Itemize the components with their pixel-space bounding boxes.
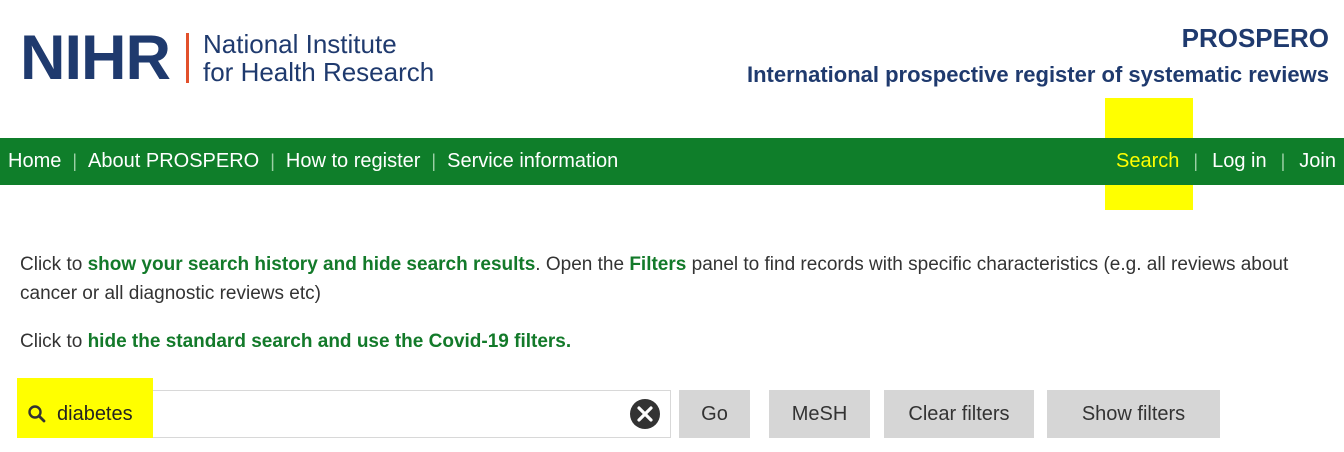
- search-history-info: Click to show your search history and hi…: [20, 250, 1310, 308]
- nav-home[interactable]: Home: [8, 150, 61, 173]
- nav-search[interactable]: Search: [1116, 150, 1179, 173]
- show-filters-button[interactable]: Show filters: [1047, 390, 1220, 438]
- go-button[interactable]: Go: [679, 390, 750, 438]
- p1-mid: . Open the: [535, 254, 630, 275]
- site-brand: PROSPERO International prospective regis…: [747, 22, 1329, 91]
- search-input[interactable]: [57, 397, 617, 431]
- nav-service-information[interactable]: Service information: [447, 150, 618, 173]
- nav-left: Home | About PROSPERO | How to register …: [8, 138, 618, 185]
- covid-filters-link[interactable]: hide the standard search and use the Cov…: [88, 331, 572, 352]
- nav-log-in[interactable]: Log in: [1212, 150, 1267, 173]
- p1-prefix: Click to: [20, 254, 88, 275]
- nav-separator: |: [72, 151, 78, 171]
- p2-prefix: Click to: [20, 331, 88, 352]
- logo-divider: [186, 33, 189, 83]
- site-title: PROSPERO: [1181, 23, 1329, 53]
- show-search-history-link[interactable]: show your search history and hide search…: [88, 254, 536, 275]
- nav-about-prospero[interactable]: About PROSPERO: [88, 150, 259, 173]
- logo-text: National Institute for Health Research: [203, 30, 434, 86]
- site-subtitle: International prospective register of sy…: [746, 62, 1329, 87]
- clear-search-icon[interactable]: [629, 398, 661, 430]
- covid-filters-info: Click to hide the standard search and us…: [20, 327, 1310, 356]
- nav-join[interactable]: Join: [1299, 150, 1336, 173]
- mesh-button[interactable]: MeSH: [769, 390, 870, 438]
- nav-separator: |: [1193, 151, 1199, 171]
- logo-line-2: for Health Research: [203, 57, 435, 87]
- nav-how-to-register[interactable]: How to register: [286, 150, 421, 173]
- main-nav: Home | About PROSPERO | How to register …: [0, 138, 1344, 185]
- logo-line-1: National Institute: [203, 29, 397, 59]
- filters-link[interactable]: Filters: [629, 254, 686, 275]
- clear-filters-button[interactable]: Clear filters: [884, 390, 1034, 438]
- nav-right: Search | Log in | Join: [1116, 138, 1336, 185]
- nav-separator: |: [431, 151, 437, 171]
- nav-separator: |: [1280, 151, 1286, 171]
- nihr-logo[interactable]: NIHR National Institute for Health Resea…: [20, 23, 434, 93]
- search-icon: [27, 404, 47, 424]
- nav-separator: |: [270, 151, 275, 171]
- logo-acronym: NIHR: [20, 23, 171, 93]
